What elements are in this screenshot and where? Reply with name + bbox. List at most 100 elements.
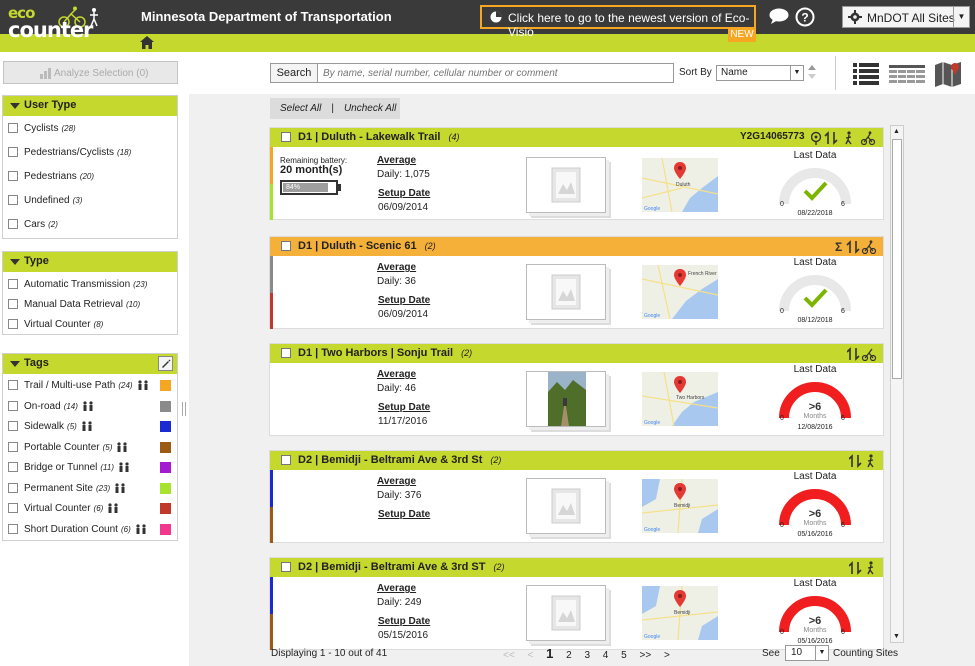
user-type-header[interactable]: User Type: [3, 96, 177, 116]
tag-item-virtual-counter[interactable]: Virtual Counter (6): [3, 499, 177, 520]
sort-by-select[interactable]: Name ▼: [716, 65, 804, 81]
checkbox[interactable]: [8, 299, 18, 309]
site-photo-placeholder[interactable]: [526, 157, 606, 213]
tag-item-sidewalk[interactable]: Sidewalk (5): [3, 417, 177, 438]
site-card[interactable]: D1 | Two Harbors | Sonju Trail (2) Averag…: [269, 343, 884, 436]
setup-date-link[interactable]: Setup Date: [378, 402, 430, 413]
site-photo-placeholder[interactable]: [526, 478, 606, 534]
page-1-button[interactable]: 1: [546, 646, 553, 661]
analyze-selection-button[interactable]: Analyze Selection (0): [3, 61, 178, 84]
checkbox[interactable]: [8, 421, 18, 431]
checkbox[interactable]: [8, 523, 18, 534]
site-card[interactable]: D2 | Bemidji - Beltrami Ave & 3rd St (2) …: [269, 450, 884, 543]
page-4-button[interactable]: 4: [603, 650, 609, 661]
per-page-select[interactable]: 10 ▼: [785, 645, 829, 661]
map-view-icon[interactable]: [934, 59, 962, 87]
site-checkbox[interactable]: [281, 455, 291, 465]
average-link[interactable]: Average: [377, 262, 416, 273]
list-view-icon[interactable]: [853, 63, 879, 85]
filter-item-automatic-transmission[interactable]: Automatic Transmission (23): [3, 274, 177, 294]
checkbox[interactable]: [8, 482, 18, 493]
page-2-button[interactable]: 2: [566, 650, 572, 661]
next-group-button[interactable]: >>: [639, 650, 651, 661]
filter-item-pedestrians-cyclists[interactable]: Pedestrians/Cyclists (18): [3, 142, 177, 166]
site-card-header[interactable]: D1 | Two Harbors | Sonju Trail (2): [270, 344, 883, 363]
setup-date-link[interactable]: Setup Date: [378, 509, 430, 520]
site-map-thumbnail[interactable]: Duluth Google: [641, 157, 719, 213]
checkbox[interactable]: [8, 195, 18, 205]
site-photo-placeholder[interactable]: [526, 264, 606, 320]
checkbox[interactable]: [8, 279, 18, 289]
site-photo[interactable]: [526, 371, 606, 427]
checkbox[interactable]: [8, 441, 18, 452]
filter-item-virtual-counter[interactable]: Virtual Counter (8): [3, 314, 177, 334]
site-selector[interactable]: MnDOT All Sites ▼: [842, 6, 970, 28]
site-card-header[interactable]: D1 | Duluth - Lakewalk Trail (4) Y2G14065…: [270, 128, 883, 147]
site-map-thumbnail[interactable]: Two Harbors Google: [641, 371, 719, 427]
site-map-thumbnail[interactable]: French River Google: [641, 264, 719, 320]
type-header[interactable]: Type: [3, 252, 177, 272]
average-link[interactable]: Average: [377, 476, 416, 487]
checkbox[interactable]: [8, 171, 18, 181]
average-link[interactable]: Average: [377, 583, 416, 594]
checkbox[interactable]: [8, 462, 18, 472]
filter-item-manual-data-retrieval[interactable]: Manual Data Retrieval (10): [3, 294, 177, 314]
tag-item-permanent-site[interactable]: Permanent Site (23): [3, 479, 177, 500]
uncheck-all-link[interactable]: Uncheck All: [344, 103, 396, 114]
panel-splitter-handle[interactable]: [182, 402, 186, 416]
newest-version-button[interactable]: Click here to go to the newest version o…: [480, 5, 756, 39]
site-map-thumbnail[interactable]: Bemidji Google: [641, 585, 719, 641]
filter-item-pedestrians[interactable]: Pedestrians (20): [3, 166, 177, 190]
tag-item-trail[interactable]: Trail / Multi-use Path (24): [3, 376, 177, 397]
checkbox[interactable]: [8, 219, 18, 229]
tag-item-short-duration-count[interactable]: Short Duration Count (6): [3, 520, 177, 541]
setup-date-link[interactable]: Setup Date: [378, 295, 430, 306]
average-link[interactable]: Average: [377, 369, 416, 380]
average-link[interactable]: Average: [377, 155, 416, 166]
tag-item-portable-counter[interactable]: Portable Counter (5): [3, 438, 177, 459]
next-page-button[interactable]: >: [664, 650, 670, 661]
site-card-header[interactable]: D2 | Bemidji - Beltrami Ave & 3rd St (2): [270, 451, 883, 470]
first-page-button[interactable]: <<: [503, 650, 515, 661]
eco-counter-logo[interactable]: eco counter: [6, 4, 128, 44]
list-scrollbar[interactable]: ▲ ▼: [890, 125, 904, 643]
setup-date-link[interactable]: Setup Date: [378, 188, 430, 199]
checkbox[interactable]: [8, 147, 18, 157]
site-photo-placeholder[interactable]: [526, 585, 606, 641]
site-card[interactable]: D2 | Bemidji - Beltrami Ave & 3rd ST (2) …: [269, 557, 884, 650]
site-card-header[interactable]: D1 | Duluth - Scenic 61 (2) Σ: [270, 237, 883, 256]
page-3-button[interactable]: 3: [584, 650, 590, 661]
help-icon[interactable]: ?: [795, 7, 815, 27]
filter-item-undefined[interactable]: Undefined (3): [3, 190, 177, 214]
prev-page-button[interactable]: <: [527, 650, 533, 661]
checkbox[interactable]: [8, 503, 18, 513]
chat-icon[interactable]: [769, 8, 789, 25]
select-all-link[interactable]: Select All: [280, 103, 321, 114]
filter-item-cyclists[interactable]: Cyclists (28): [3, 118, 177, 142]
page-5-button[interactable]: 5: [621, 650, 627, 661]
checkbox[interactable]: [8, 123, 18, 133]
sort-direction-icon[interactable]: [807, 64, 817, 80]
checkbox[interactable]: [8, 380, 18, 390]
home-icon[interactable]: [140, 36, 154, 49]
site-card[interactable]: D1 | Duluth - Lakewalk Trail (4) Y2G14065…: [269, 127, 884, 220]
site-checkbox[interactable]: [281, 348, 291, 358]
site-checkbox[interactable]: [281, 241, 291, 251]
table-view-icon[interactable]: [889, 65, 925, 83]
setup-date-link[interactable]: Setup Date: [378, 616, 430, 627]
scroll-down-arrow-icon[interactable]: ▼: [893, 633, 900, 640]
scroll-up-arrow-icon[interactable]: ▲: [893, 128, 900, 135]
checkbox[interactable]: [8, 400, 18, 411]
checkbox[interactable]: [8, 319, 18, 329]
filter-item-cars[interactable]: Cars (2): [3, 214, 177, 238]
tags-header[interactable]: Tags: [3, 354, 177, 374]
site-card[interactable]: D1 | Duluth - Scenic 61 (2) Σ Average Dai…: [269, 236, 884, 329]
search-button[interactable]: Search: [270, 63, 318, 83]
search-input[interactable]: [317, 63, 674, 83]
site-card-header[interactable]: D2 | Bemidji - Beltrami Ave & 3rd ST (2): [270, 558, 883, 577]
edit-tags-icon[interactable]: [158, 356, 173, 371]
site-map-thumbnail[interactable]: Bemidji Google: [641, 478, 719, 534]
site-checkbox[interactable]: [281, 132, 291, 142]
scroll-thumb[interactable]: [892, 139, 902, 379]
tag-item-bridge-or-tunnel[interactable]: Bridge or Tunnel (11): [3, 458, 177, 479]
